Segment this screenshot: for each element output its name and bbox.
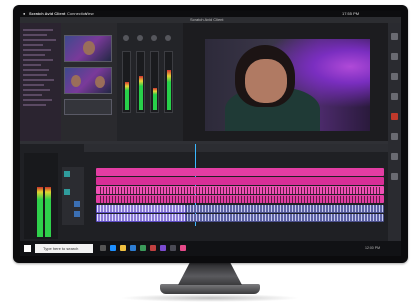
bin-panel[interactable] xyxy=(20,23,61,141)
fader-strip[interactable] xyxy=(164,51,173,113)
timeline-ruler[interactable] xyxy=(84,144,388,152)
bin-row[interactable] xyxy=(23,64,41,66)
track-selector[interactable] xyxy=(64,189,70,195)
clip-thumbnail[interactable] xyxy=(64,67,112,94)
folder-icon[interactable] xyxy=(120,245,126,251)
bin-row[interactable] xyxy=(23,79,54,81)
bin-row[interactable] xyxy=(23,54,45,56)
audio-waveform xyxy=(100,196,380,203)
master-meter-panel xyxy=(24,153,58,239)
pan-knob[interactable] xyxy=(165,35,171,41)
audio-waveform xyxy=(187,214,383,221)
app-icon[interactable] xyxy=(150,245,156,251)
clip-thumbnail[interactable] xyxy=(64,99,112,115)
record-button[interactable] xyxy=(391,113,398,120)
audio-waveform xyxy=(97,205,185,212)
monitor-foot xyxy=(160,284,260,294)
tool-button[interactable] xyxy=(391,173,398,180)
track-selector[interactable] xyxy=(64,171,70,177)
start-button[interactable] xyxy=(24,245,31,252)
video-clip[interactable] xyxy=(96,177,384,185)
level-meter xyxy=(153,88,157,110)
bin-row[interactable] xyxy=(23,69,49,71)
app-icon[interactable] xyxy=(160,245,166,251)
taskbar-search[interactable]: Type here to search xyxy=(35,244,93,253)
taskbar-clock: 12:00 PM xyxy=(365,246,380,250)
task-view-icon[interactable] xyxy=(100,245,106,251)
bin-row[interactable] xyxy=(23,39,56,41)
app-icon[interactable] xyxy=(180,245,186,251)
timeline-panel xyxy=(20,141,388,241)
bin-row[interactable] xyxy=(23,84,44,86)
thumbnail-subject xyxy=(95,76,105,88)
fader-strip[interactable] xyxy=(150,51,159,113)
fader-strip[interactable] xyxy=(122,51,131,113)
audio-waveform xyxy=(97,214,185,221)
thumbnail-subject xyxy=(83,41,95,55)
pan-knob[interactable] xyxy=(123,35,129,41)
app-icon[interactable] xyxy=(170,245,176,251)
bin-row[interactable] xyxy=(23,49,51,51)
tool-strip xyxy=(388,23,401,241)
track-headers[interactable] xyxy=(62,167,84,225)
bin-row[interactable] xyxy=(23,34,47,36)
tool-button[interactable] xyxy=(391,133,398,140)
audio-waveform xyxy=(187,205,383,212)
tool-button[interactable] xyxy=(391,153,398,160)
master-meter-left xyxy=(37,187,43,237)
bin-row[interactable] xyxy=(23,74,47,76)
master-meter-right xyxy=(45,187,51,237)
clip-thumbnails-panel xyxy=(61,23,117,141)
thumbnail-subject xyxy=(71,75,81,87)
tool-button[interactable] xyxy=(391,73,398,80)
bin-row[interactable] xyxy=(23,59,53,61)
pan-knob[interactable] xyxy=(151,35,157,41)
bin-row[interactable] xyxy=(23,104,46,106)
app-icon[interactable] xyxy=(140,245,146,251)
bin-row[interactable] xyxy=(23,44,43,46)
tool-button[interactable] xyxy=(391,53,398,60)
clip-thumbnail[interactable] xyxy=(64,35,112,62)
pan-knob[interactable] xyxy=(137,35,143,41)
track-selector[interactable] xyxy=(74,201,80,207)
bin-row[interactable] xyxy=(23,94,42,96)
monitor-screen: ● Scratch Avid Client Connection View 17… xyxy=(20,11,401,256)
taskbar: Type here to search 12:00 PM xyxy=(20,241,401,256)
store-icon[interactable] xyxy=(130,245,136,251)
tool-button[interactable] xyxy=(391,93,398,100)
tool-button[interactable] xyxy=(391,33,398,40)
fader-strip[interactable] xyxy=(136,51,145,113)
level-meter xyxy=(139,76,143,110)
edge-icon[interactable] xyxy=(110,245,116,251)
bin-row[interactable] xyxy=(23,89,50,91)
video-frame[interactable] xyxy=(205,39,370,131)
level-meter xyxy=(167,70,171,110)
subject-face xyxy=(245,59,287,103)
video-clip[interactable] xyxy=(96,168,384,176)
record-monitor xyxy=(183,23,388,141)
track-selector[interactable] xyxy=(74,211,80,217)
monitor-shadow xyxy=(120,294,300,302)
audio-waveform xyxy=(100,187,380,194)
level-meter xyxy=(125,82,129,110)
audio-mixer-panel xyxy=(117,23,183,141)
bin-row[interactable] xyxy=(23,29,53,31)
bin-row[interactable] xyxy=(23,99,52,101)
monitor-stand xyxy=(178,263,242,285)
